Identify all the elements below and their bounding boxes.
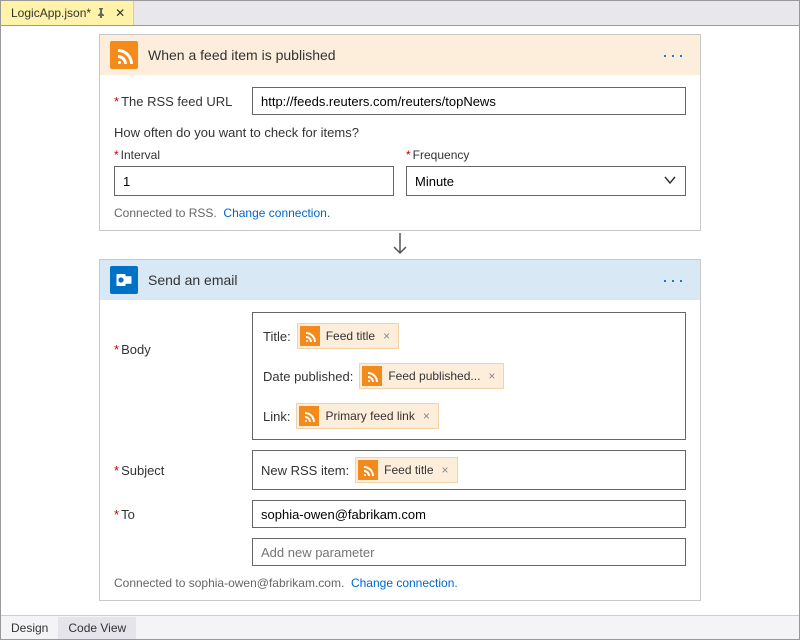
designer-canvas: When a feed item is published ··· The RS… bbox=[1, 26, 799, 615]
frequency-select[interactable] bbox=[406, 166, 686, 196]
action-card: Send an email ··· Body Title: Feed title… bbox=[99, 259, 701, 601]
tab-design[interactable]: Design bbox=[1, 617, 58, 639]
file-tab[interactable]: LogicApp.json* ✕ bbox=[1, 1, 134, 25]
trigger-title: When a feed item is published bbox=[148, 47, 648, 63]
to-label: To bbox=[114, 507, 242, 522]
body-link-prefix: Link: bbox=[263, 409, 290, 424]
body-input[interactable]: Title: Feed title × Date published: bbox=[252, 312, 686, 440]
card-menu-icon[interactable]: ··· bbox=[658, 270, 690, 291]
rss-url-input[interactable] bbox=[252, 87, 686, 115]
token-feed-title[interactable]: Feed title × bbox=[355, 457, 457, 483]
subject-prefix: New RSS item: bbox=[261, 463, 349, 478]
close-icon[interactable]: ✕ bbox=[111, 6, 129, 20]
action-connection-status: Connected to sophia-owen@fabrikam.com. C… bbox=[114, 576, 686, 590]
token-primary-link[interactable]: Primary feed link × bbox=[296, 403, 438, 429]
remove-token-icon[interactable]: × bbox=[440, 463, 451, 477]
rss-icon bbox=[299, 406, 319, 426]
subject-input[interactable]: New RSS item: Feed title × bbox=[252, 450, 686, 490]
change-connection-link[interactable]: Change connection. bbox=[223, 206, 330, 220]
token-feed-title[interactable]: Feed title × bbox=[297, 323, 399, 349]
rss-icon bbox=[358, 460, 378, 480]
outlook-icon bbox=[110, 266, 138, 294]
remove-token-icon[interactable]: × bbox=[486, 369, 497, 383]
check-frequency-label: How often do you want to check for items… bbox=[114, 125, 686, 140]
trigger-card: When a feed item is published ··· The RS… bbox=[99, 34, 701, 231]
body-date-prefix: Date published: bbox=[263, 369, 353, 384]
rss-icon bbox=[362, 366, 382, 386]
tab-bar: LogicApp.json* ✕ bbox=[1, 1, 799, 26]
trigger-header[interactable]: When a feed item is published ··· bbox=[100, 35, 700, 75]
connector-arrow bbox=[390, 231, 410, 259]
body-title-prefix: Title: bbox=[263, 329, 291, 344]
pin-icon[interactable] bbox=[97, 8, 105, 18]
rss-icon bbox=[300, 326, 320, 346]
body-label: Body bbox=[114, 312, 242, 357]
card-menu-icon[interactable]: ··· bbox=[658, 45, 690, 66]
rss-url-label: The RSS feed URL bbox=[114, 94, 242, 109]
add-parameter-input[interactable] bbox=[252, 538, 686, 566]
change-connection-link[interactable]: Change connection. bbox=[351, 576, 458, 590]
frequency-label: Frequency bbox=[406, 148, 686, 162]
interval-label: Interval bbox=[114, 148, 394, 162]
interval-input[interactable] bbox=[114, 166, 394, 196]
token-feed-published[interactable]: Feed published... × bbox=[359, 363, 504, 389]
remove-token-icon[interactable]: × bbox=[381, 329, 392, 343]
rss-icon bbox=[110, 41, 138, 69]
subject-label: Subject bbox=[114, 463, 242, 478]
file-tab-label: LogicApp.json* bbox=[11, 6, 91, 20]
action-title: Send an email bbox=[148, 272, 648, 288]
bottom-tabs: Design Code View bbox=[1, 615, 799, 639]
trigger-connection-status: Connected to RSS. Change connection. bbox=[114, 206, 686, 220]
remove-token-icon[interactable]: × bbox=[421, 409, 432, 423]
to-input[interactable] bbox=[252, 500, 686, 528]
action-header[interactable]: Send an email ··· bbox=[100, 260, 700, 300]
tab-code-view[interactable]: Code View bbox=[58, 617, 136, 639]
